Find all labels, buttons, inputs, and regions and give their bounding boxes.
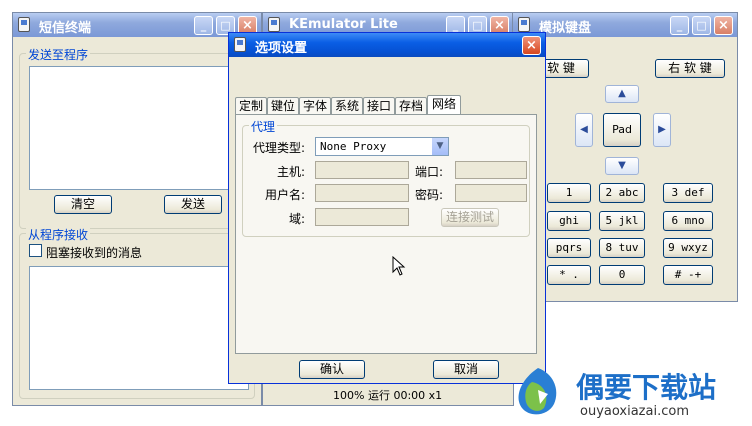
block-messages-checkbox[interactable]	[29, 244, 42, 257]
domain-label: 域:	[289, 212, 306, 226]
domain-field[interactable]	[315, 208, 409, 226]
site-logo-icon	[518, 368, 557, 415]
port-field[interactable]	[455, 161, 527, 179]
tab-network[interactable]: 网络	[427, 95, 461, 115]
receive-text-area[interactable]	[29, 266, 249, 390]
chevron-down-icon[interactable]: ▼	[432, 138, 448, 155]
sms-window-title: 短信终端	[39, 21, 92, 36]
key-2[interactable]: 2 abc	[599, 183, 645, 203]
username-field[interactable]	[315, 184, 409, 202]
key-star[interactable]: * .	[547, 265, 591, 285]
key-7[interactable]: pqrs	[547, 238, 591, 258]
proxy-group: 代理 代理类型: None Proxy ▼ 主机: 端口: 用户名: 密码: 域…	[242, 118, 530, 237]
tab-system[interactable]: 系统	[331, 97, 363, 114]
ok-button[interactable]: 确认	[299, 360, 365, 379]
cancel-button[interactable]: 取消	[433, 360, 499, 379]
phone-icon	[18, 17, 30, 32]
minimize-icon[interactable]: _	[670, 16, 689, 35]
receive-group: 从程序接收 阻塞接收到的消息	[19, 226, 255, 399]
host-label: 主机:	[277, 165, 306, 179]
proxy-type-label: 代理类型:	[253, 141, 306, 155]
keyboard-title-bar[interactable]: 模拟键盘 _ □ ×	[513, 13, 737, 37]
emulator-app-icon	[268, 17, 280, 32]
phone-icon	[234, 37, 246, 52]
key-0[interactable]: 0	[599, 265, 645, 285]
tab-interface[interactable]: 接口	[363, 97, 395, 114]
clear-button[interactable]: 清空	[54, 195, 112, 214]
close-icon[interactable]: ×	[714, 16, 733, 35]
send-group-label: 发送至程序	[26, 46, 91, 63]
up-arrow-key[interactable]: ▲	[605, 85, 639, 103]
left-arrow-key[interactable]: ◀	[575, 113, 593, 147]
send-button[interactable]: 发送	[164, 195, 222, 214]
right-arrow-key[interactable]: ▶	[653, 113, 671, 147]
key-9[interactable]: 9 wxyz	[663, 238, 713, 258]
password-field[interactable]	[455, 184, 527, 202]
pad-center-key[interactable]: Pad	[603, 113, 641, 147]
down-arrow-key[interactable]: ▼	[605, 157, 639, 175]
password-label: 密码:	[415, 188, 444, 202]
proxy-group-label: 代理	[249, 118, 278, 135]
proxy-type-select[interactable]: None Proxy ▼	[315, 137, 449, 156]
send-text-area[interactable]	[29, 66, 249, 190]
tab-font[interactable]: 字体	[299, 97, 331, 114]
key-3[interactable]: 3 def	[663, 183, 713, 203]
site-watermark: 偶要下载站 ouyaoxiazai.com	[510, 360, 750, 424]
key-5[interactable]: 5 jkl	[599, 211, 645, 231]
send-group: 发送至程序 清空 发送	[19, 46, 255, 229]
connection-test-button[interactable]: 连接测试	[441, 208, 499, 227]
key-6[interactable]: 6 mno	[663, 211, 713, 231]
sms-terminal-window: 短信终端 _ □ × 发送至程序 清空 发送 从程序接收 阻塞接收到的消息	[12, 12, 262, 406]
right-soft-key[interactable]: 右 软 键	[655, 59, 725, 78]
receive-group-label: 从程序接收	[26, 226, 91, 243]
key-8[interactable]: 8 tuv	[599, 238, 645, 258]
tab-storage[interactable]: 存档	[395, 97, 427, 114]
options-title-bar[interactable]: 选项设置 ×	[229, 33, 545, 57]
watermark-url: ouyaoxiazai.com	[580, 404, 689, 419]
mouse-cursor-icon	[392, 256, 406, 276]
port-label: 端口:	[415, 165, 444, 179]
tab-keymap[interactable]: 键位	[267, 97, 299, 114]
key-4[interactable]: ghi	[547, 211, 591, 231]
phone-icon	[518, 17, 530, 32]
watermark-brand: 偶要下载站	[576, 371, 717, 404]
options-dialog-title: 选项设置	[255, 41, 308, 56]
options-dialog: 选项设置 × 定制 键位 字体 系统 接口 存档 网络 代理 代理类型: Non…	[228, 32, 546, 384]
tab-custom[interactable]: 定制	[235, 97, 267, 114]
keyboard-window-title: 模拟键盘	[539, 21, 592, 36]
close-icon[interactable]: ×	[522, 36, 541, 55]
username-label: 用户名:	[265, 188, 306, 202]
maximize-icon[interactable]: □	[692, 16, 711, 35]
emulator-window-title: KEmulator Lite	[289, 17, 398, 32]
block-messages-label: 阻塞接收到的消息	[46, 246, 143, 260]
emulator-status: 100% 运行 00:00 x1	[333, 389, 443, 402]
key-hash[interactable]: # -+	[663, 265, 713, 285]
tab-panel: 代理 代理类型: None Proxy ▼ 主机: 端口: 用户名: 密码: 域…	[235, 114, 537, 354]
sms-title-bar[interactable]: 短信终端 _ □ ×	[13, 13, 261, 37]
minimize-icon[interactable]: _	[194, 16, 213, 35]
host-field[interactable]	[315, 161, 409, 179]
proxy-type-value: None Proxy	[320, 140, 387, 153]
key-1[interactable]: 1	[547, 183, 591, 203]
